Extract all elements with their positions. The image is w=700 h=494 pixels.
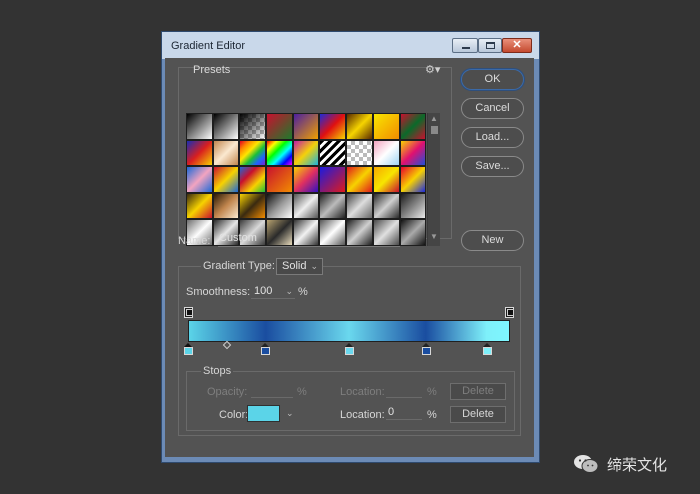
- opacity-unit: %: [297, 386, 307, 398]
- stop-color-swatch[interactable]: [247, 405, 280, 422]
- opacity-stop-handle[interactable]: [505, 307, 514, 318]
- smoothness-value: 100: [254, 285, 273, 297]
- chevron-down-icon: ⌄: [285, 286, 293, 296]
- preset-swatch[interactable]: [239, 166, 267, 193]
- preset-swatch[interactable]: [239, 139, 267, 167]
- opacity-stop-handle[interactable]: [184, 307, 193, 318]
- stop-color-chip: [261, 347, 271, 355]
- name-label: Name:: [178, 235, 211, 247]
- minimize-icon: [462, 47, 470, 49]
- smoothness-unit: %: [298, 286, 308, 298]
- cancel-button[interactable]: Cancel: [461, 98, 524, 119]
- color-label: Color:: [219, 409, 249, 421]
- minimize-button[interactable]: [452, 38, 478, 53]
- color-delete-button[interactable]: Delete: [450, 406, 506, 423]
- color-stop-handle[interactable]: [344, 343, 354, 355]
- preset-swatch[interactable]: [266, 166, 293, 193]
- opacity-location-input[interactable]: [386, 384, 422, 398]
- opacity-input[interactable]: [251, 384, 293, 398]
- gradient-preview-bar[interactable]: [188, 320, 510, 342]
- color-stop-handle[interactable]: [261, 343, 271, 355]
- preset-swatch[interactable]: [292, 113, 320, 140]
- stop-color-chip: [482, 347, 492, 355]
- color-stop-handle[interactable]: [421, 343, 431, 355]
- watermark: 缔荣文化: [573, 449, 683, 479]
- close-icon: ✕: [512, 39, 522, 51]
- opacity-label: Opacity:: [207, 386, 248, 398]
- preset-swatch[interactable]: [292, 166, 320, 193]
- gradient-type-label: Gradient Type:: [201, 260, 277, 272]
- smoothness-label: Smoothness:: [186, 286, 251, 298]
- stop-color-chip: [421, 347, 431, 355]
- preset-swatch[interactable]: [186, 166, 213, 193]
- stop-color-chip: [184, 347, 193, 355]
- wechat-logo-icon: [574, 455, 599, 473]
- preset-swatch[interactable]: [319, 192, 347, 220]
- scroll-down-icon[interactable]: ▼: [430, 232, 438, 241]
- preset-swatch[interactable]: [319, 166, 347, 193]
- preset-swatch[interactable]: [372, 192, 400, 220]
- close-button[interactable]: ✕: [502, 38, 532, 53]
- stop-color-chip: [344, 347, 354, 355]
- preset-swatch[interactable]: [186, 192, 213, 220]
- opacity-delete-button[interactable]: Delete: [450, 383, 506, 400]
- preset-swatch[interactable]: [292, 192, 320, 220]
- scroll-up-icon[interactable]: ▲: [430, 114, 438, 123]
- save-button[interactable]: Save...: [461, 156, 524, 177]
- preset-swatch[interactable]: [239, 192, 267, 220]
- preset-swatch[interactable]: [212, 166, 240, 193]
- preset-swatch[interactable]: [346, 192, 373, 220]
- title-bar[interactable]: Gradient Editor ✕: [162, 32, 539, 59]
- gradient-type-select[interactable]: Solid ⌄: [276, 258, 323, 275]
- smoothness-input[interactable]: 100 ⌄: [251, 284, 295, 299]
- color-stop-handle[interactable]: [184, 343, 193, 355]
- maximize-icon: [486, 42, 495, 49]
- opacity-location-label: Location:: [340, 386, 385, 398]
- opacity-location-unit: %: [427, 386, 437, 398]
- load-button[interactable]: Load...: [461, 127, 524, 148]
- preset-swatch[interactable]: [212, 113, 240, 140]
- preset-swatch[interactable]: [186, 113, 213, 140]
- preset-swatch[interactable]: [399, 166, 426, 193]
- preset-swatch[interactable]: [266, 139, 293, 167]
- presets-scrollbar[interactable]: ▲ ▼: [427, 113, 440, 246]
- new-button[interactable]: New: [461, 230, 524, 251]
- chevron-down-icon: ⌄: [310, 261, 318, 271]
- preset-swatch[interactable]: [266, 113, 293, 140]
- preset-swatch[interactable]: [212, 139, 240, 167]
- presets-swatch-grid[interactable]: [186, 113, 426, 246]
- scroll-thumb[interactable]: [431, 126, 438, 134]
- ok-button[interactable]: OK: [461, 69, 524, 90]
- color-location-input[interactable]: 0: [386, 406, 422, 420]
- preset-swatch[interactable]: [346, 166, 373, 193]
- preset-swatch[interactable]: [372, 166, 400, 193]
- preset-swatch[interactable]: [399, 192, 426, 220]
- preset-swatch[interactable]: [266, 192, 293, 220]
- preset-swatch[interactable]: [399, 113, 426, 140]
- preset-swatch[interactable]: [292, 139, 320, 167]
- preset-swatch[interactable]: [399, 139, 426, 167]
- preset-swatch[interactable]: [346, 113, 373, 140]
- color-location-label: Location:: [340, 409, 385, 421]
- window-title: Gradient Editor: [171, 40, 245, 52]
- maximize-button[interactable]: [478, 38, 502, 53]
- name-input[interactable]: Custom: [218, 232, 400, 247]
- preset-swatch[interactable]: [186, 139, 213, 167]
- preset-swatch[interactable]: [399, 219, 426, 246]
- preset-swatch[interactable]: [372, 139, 400, 167]
- preset-swatch[interactable]: [346, 139, 373, 167]
- presets-label: Presets: [193, 64, 231, 76]
- stops-label: Stops: [201, 365, 234, 377]
- preset-swatch[interactable]: [319, 113, 347, 140]
- color-location-unit: %: [427, 409, 437, 421]
- watermark-text: 缔荣文化: [607, 456, 668, 474]
- preset-swatch[interactable]: [212, 192, 240, 220]
- gradient-type-value: Solid: [282, 260, 307, 272]
- preset-swatch[interactable]: [372, 113, 400, 140]
- chevron-down-icon[interactable]: ⌄: [286, 408, 294, 419]
- preset-swatch[interactable]: [319, 139, 347, 167]
- preset-swatch[interactable]: [239, 113, 267, 140]
- color-stop-handle[interactable]: [482, 343, 492, 355]
- gear-icon[interactable]: ⚙▾: [425, 63, 440, 76]
